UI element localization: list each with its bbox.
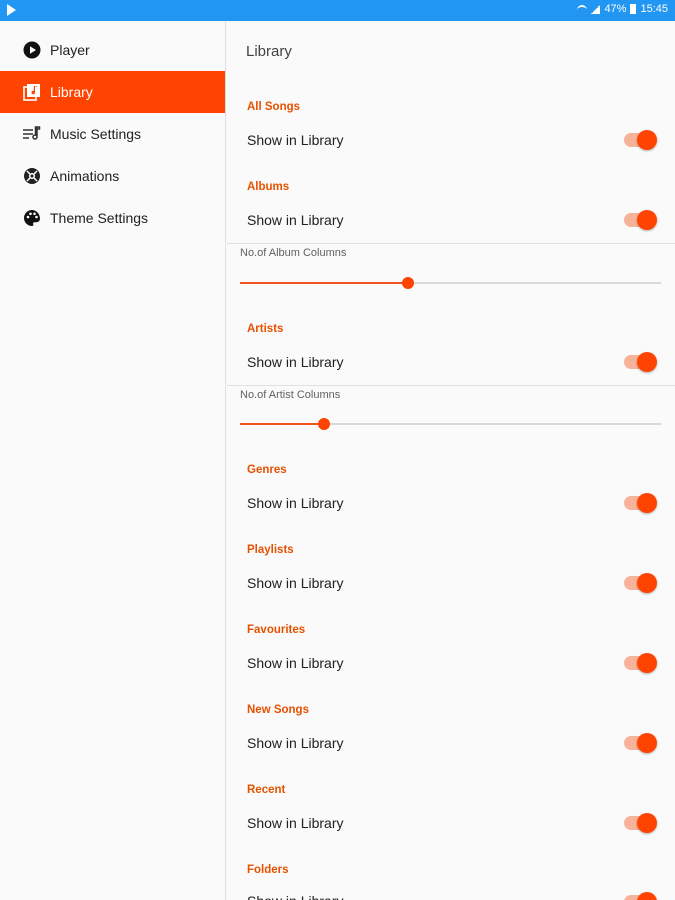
toggle-artists[interactable] [624, 352, 657, 372]
divider [227, 385, 675, 386]
album-columns-slider[interactable] [240, 277, 661, 289]
show-in-library-label: Show in Library [247, 575, 344, 591]
category-albums: Albums [247, 181, 290, 193]
show-in-library-label: Show in Library [247, 495, 344, 511]
clock: 15:45 [640, 3, 668, 15]
sidebar-item-label: Library [50, 84, 93, 100]
sidebar-item-label: Theme Settings [50, 210, 149, 226]
category-folders: Folders [247, 864, 289, 876]
divider [227, 243, 675, 244]
toggle-genres[interactable] [624, 493, 657, 513]
animations-icon [22, 166, 42, 186]
show-in-library-label: Show in Library [247, 212, 344, 228]
signal-icon [591, 4, 601, 14]
music-settings-icon [22, 124, 42, 144]
sidebar-item-library[interactable]: Library [0, 71, 225, 113]
play-notification-icon [7, 4, 16, 16]
wifi-icon [577, 5, 588, 13]
slider-thumb[interactable] [318, 418, 331, 430]
category-playlists: Playlists [247, 544, 294, 556]
toggle-albums[interactable] [624, 210, 657, 230]
category-favourites: Favourites [247, 624, 306, 636]
toggle-all-songs[interactable] [624, 130, 657, 150]
toggle-favourites[interactable] [624, 653, 657, 673]
sidebar-item-animations[interactable]: Animations [0, 155, 225, 197]
library-icon [22, 82, 42, 102]
status-bar: 47% 15:45 [0, 0, 675, 21]
show-in-library-label: Show in Library [247, 354, 344, 370]
toggle-playlists[interactable] [624, 573, 657, 593]
sidebar-item-label: Animations [50, 168, 120, 184]
show-in-library-label: Show in Library [247, 132, 344, 148]
album-columns-label: No.of Album Columns [240, 247, 347, 259]
toggle-folders[interactable] [624, 892, 657, 900]
sidebar-item-label: Player [50, 42, 90, 58]
show-in-library-label: Show in Library [247, 735, 344, 751]
sidebar-item-player[interactable]: Player [0, 29, 225, 71]
show-in-library-label: Show in Library [247, 815, 344, 831]
category-new-songs: New Songs [247, 704, 309, 716]
sidebar: Player Library Music Settings Animations… [0, 21, 226, 900]
category-genres: Genres [247, 464, 287, 476]
sidebar-item-theme-settings[interactable]: Theme Settings [0, 197, 225, 239]
page-title: Library [246, 43, 292, 60]
show-in-library-label: Show in Library [247, 893, 344, 900]
play-circle-icon [22, 40, 42, 60]
artist-columns-label: No.of Artist Columns [240, 389, 341, 401]
show-in-library-label: Show in Library [247, 655, 344, 671]
toggle-recent[interactable] [624, 813, 657, 833]
toggle-new-songs[interactable] [624, 733, 657, 753]
battery-icon [630, 4, 637, 14]
slider-thumb[interactable] [402, 277, 415, 289]
category-artists: Artists [247, 323, 284, 335]
palette-icon [22, 208, 42, 228]
category-all-songs: All Songs [247, 101, 301, 113]
sidebar-item-label: Music Settings [50, 126, 142, 142]
battery-percent: 47% [604, 3, 627, 15]
status-right: 47% 15:45 [577, 3, 668, 15]
category-recent: Recent [247, 784, 286, 796]
settings-pane: Library All Songs Show in Library Albums… [227, 21, 675, 900]
sidebar-item-music-settings[interactable]: Music Settings [0, 113, 225, 155]
artist-columns-slider[interactable] [240, 418, 661, 430]
